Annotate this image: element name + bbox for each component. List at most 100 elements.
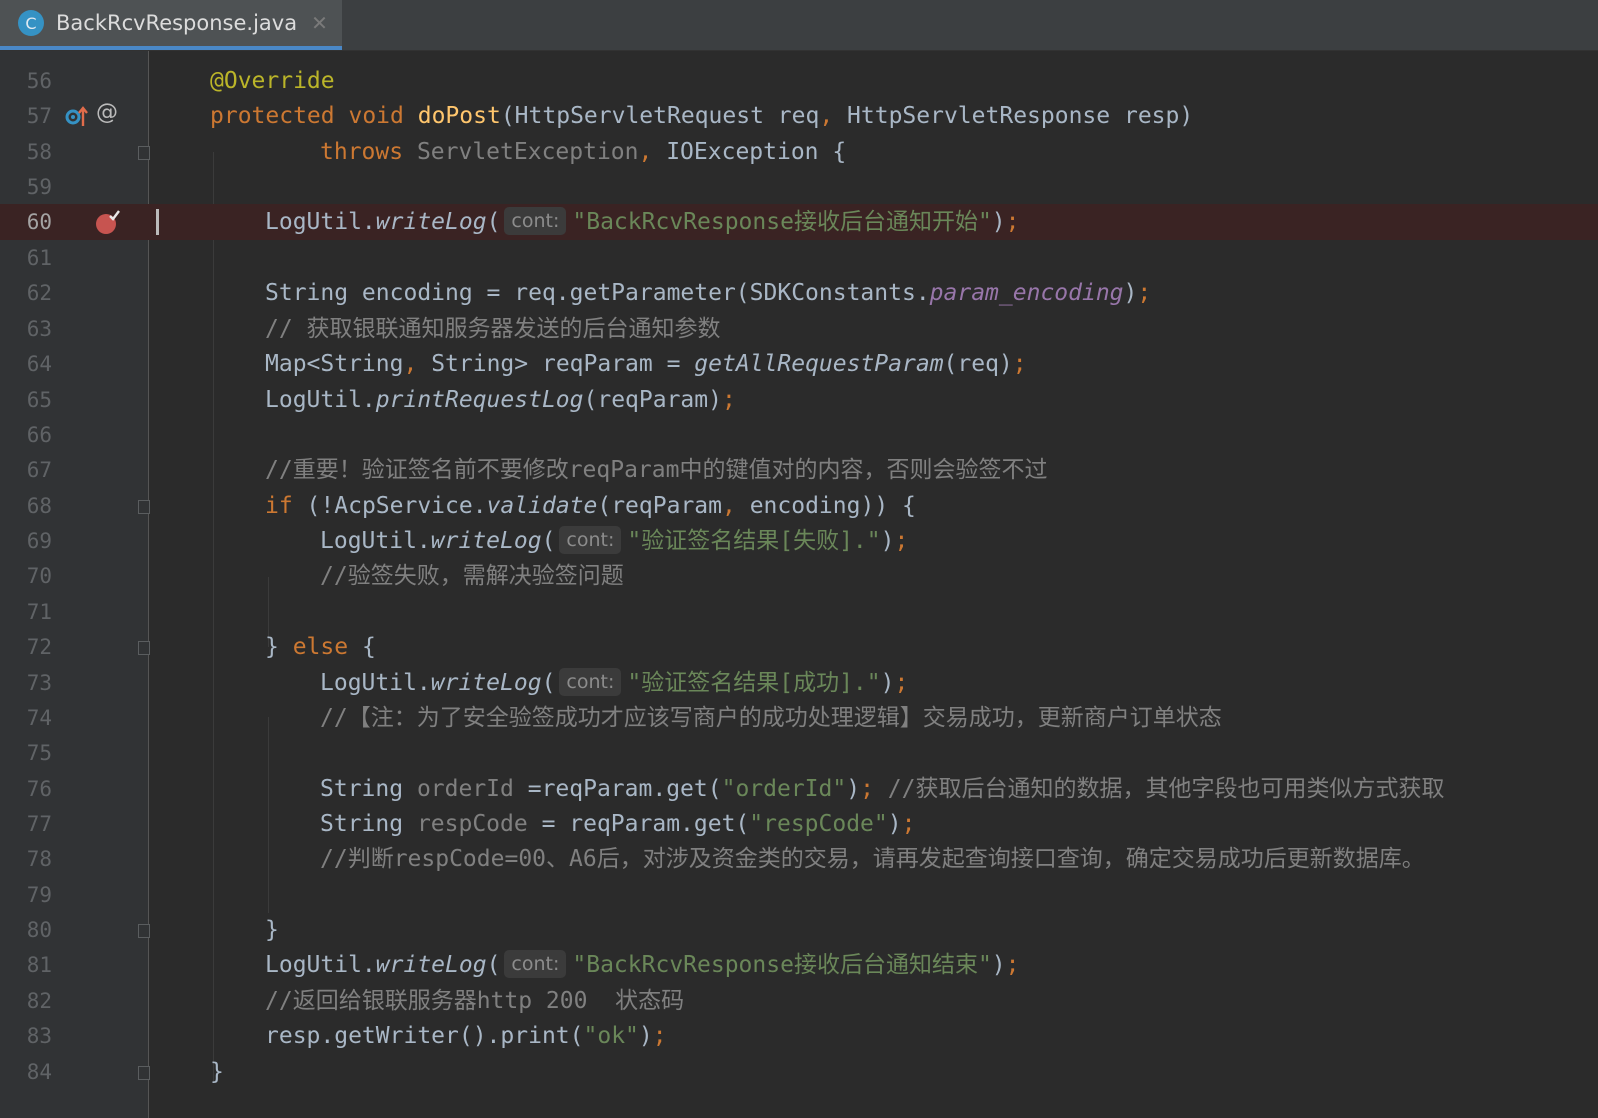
override-at-icon[interactable]: @ <box>96 100 118 125</box>
line-number: 63 <box>26 317 52 341</box>
code-line: 82 //返回给银联服务器http 200 状态码 <box>0 983 1598 1019</box>
code-text: LogUtil.writeLog(cont: "验证签名结果[成功]."); <box>320 668 909 696</box>
line-number: 65 <box>26 388 52 412</box>
code-comment: //返回给银联服务器http 200 状态码 <box>265 988 685 1014</box>
code-line: 65 LogUtil.printRequestLog(reqParam); <box>0 382 1598 418</box>
line-number: 84 <box>26 1060 52 1084</box>
code-text: @Override <box>210 68 335 94</box>
code-line: 73 LogUtil.writeLog(cont: "验证签名结果[成功]."); <box>0 665 1598 701</box>
code-comment: //验签失败，需解决验签问题 <box>320 563 624 589</box>
line-number: 73 <box>26 671 52 695</box>
code-text: String encoding = req.getParameter(SDKCo… <box>265 280 1152 306</box>
code-line: 56 @Override <box>0 63 1598 99</box>
code-line: 70 //验签失败，需解决验签问题 <box>0 558 1598 594</box>
close-icon[interactable]: ✕ <box>311 11 328 35</box>
line-number: 62 <box>26 281 52 305</box>
code-line: 58 throws ServletException, IOException … <box>0 134 1598 170</box>
code-line: 69 LogUtil.writeLog(cont: "验证签名结果[失败]."); <box>0 523 1598 559</box>
code-text: } <box>210 1059 224 1085</box>
line-number: 71 <box>26 600 52 624</box>
line-number: 78 <box>26 847 52 871</box>
line-number: 66 <box>26 423 52 447</box>
code-text: LogUtil.writeLog(cont: "BackRcvResponse接收… <box>265 207 1020 235</box>
code-comment: //重要！验证签名前不要修改reqParam中的键值对的内容，否则会验签不过 <box>265 457 1048 483</box>
line-number: 56 <box>26 69 52 93</box>
breakpoint-icon[interactable] <box>94 208 122 236</box>
line-number: 74 <box>26 706 52 730</box>
code-line: 64 Map<String, String> reqParam = getAll… <box>0 346 1598 382</box>
code-line: 84 } <box>0 1054 1598 1090</box>
fold-marker[interactable] <box>138 1066 150 1080</box>
fold-marker[interactable] <box>138 641 150 655</box>
text-caret <box>156 209 159 235</box>
line-number: 61 <box>26 246 52 270</box>
java-class-icon: C <box>18 10 44 36</box>
code-line: 76 String orderId =reqParam.get("orderId… <box>0 771 1598 807</box>
line-number: 80 <box>26 918 52 942</box>
code-text: } else { <box>265 634 376 660</box>
code-editor[interactable]: 56 @Override 57 @ protected void doPost(… <box>0 51 1598 1118</box>
overrides-method-icon[interactable] <box>64 104 90 128</box>
parameter-hint: cont: <box>559 668 622 696</box>
code-text: LogUtil.writeLog(cont: "BackRcvResponse接收… <box>265 950 1020 978</box>
code-text: LogUtil.printRequestLog(reqParam); <box>265 387 736 413</box>
fold-marker[interactable] <box>138 500 150 514</box>
code-line: 68 if (!AcpService.validate(reqParam, en… <box>0 488 1598 524</box>
code-line: 81 LogUtil.writeLog(cont: "BackRcvRespons… <box>0 947 1598 983</box>
tab-label: BackRcvResponse.java <box>56 11 298 35</box>
editor-tab-bar: C BackRcvResponse.java ✕ <box>0 0 1598 51</box>
code-line: 75 <box>0 735 1598 771</box>
fold-marker[interactable] <box>138 924 150 938</box>
line-number: 58 <box>26 140 52 164</box>
code-comment: //【注：为了安全验签成功才应该写商户的成功处理逻辑】交易成功，更新商户订单状态 <box>320 705 1222 731</box>
code-line: 80 } <box>0 912 1598 948</box>
code-text: } <box>265 917 279 943</box>
code-line: 61 <box>0 240 1598 276</box>
code-text: protected void doPost(HttpServletRequest… <box>210 103 1194 129</box>
code-text: String respCode = reqParam.get("respCode… <box>320 811 916 837</box>
code-line: 78 //判断respCode=00、A6后，对涉及资金类的交易，请再发起查询接… <box>0 841 1598 877</box>
line-number: 77 <box>26 812 52 836</box>
line-number: 76 <box>26 777 52 801</box>
line-number: 72 <box>26 635 52 659</box>
code-comment: // 获取银联通知服务器发送的后台通知参数 <box>265 316 721 342</box>
code-line: 62 String encoding = req.getParameter(SD… <box>0 275 1598 311</box>
parameter-hint: cont: <box>504 207 567 235</box>
line-number: 70 <box>26 564 52 588</box>
code-text: String orderId =reqParam.get("orderId");… <box>320 776 1445 802</box>
tab-backrcvresponse-java[interactable]: C BackRcvResponse.java ✕ <box>0 0 342 50</box>
code-text: if (!AcpService.validate(reqParam, encod… <box>265 493 916 519</box>
code-comment: //判断respCode=00、A6后，对涉及资金类的交易，请再发起查询接口查询… <box>320 846 1425 872</box>
line-number: 82 <box>26 989 52 1013</box>
line-number: 64 <box>26 352 52 376</box>
code-text: LogUtil.writeLog(cont: "验证签名结果[失败]."); <box>320 526 909 554</box>
code-line: 74 //【注：为了安全验签成功才应该写商户的成功处理逻辑】交易成功，更新商户订… <box>0 700 1598 736</box>
code-text: Map<String, String> reqParam = getAllReq… <box>265 351 1027 377</box>
line-number: 75 <box>26 741 52 765</box>
code-line: 83 resp.getWriter().print("ok"); <box>0 1018 1598 1054</box>
code-line: 71 <box>0 594 1598 630</box>
line-number: 67 <box>26 458 52 482</box>
code-text: throws ServletException, IOException { <box>320 139 847 165</box>
code-line: 59 <box>0 169 1598 205</box>
code-line: 57 @ protected void doPost(HttpServletRe… <box>0 98 1598 134</box>
code-line: 67 //重要！验证签名前不要修改reqParam中的键值对的内容，否则会验签不… <box>0 452 1598 488</box>
parameter-hint: cont: <box>559 526 622 554</box>
code-text: resp.getWriter().print("ok"); <box>265 1023 667 1049</box>
line-number: 79 <box>26 883 52 907</box>
code-line: 66 <box>0 417 1598 453</box>
code-line-breakpoint: 60 LogUtil.writeLog(cont: "BackRcvRespons… <box>0 204 1598 240</box>
fold-marker[interactable] <box>138 146 150 160</box>
line-number: 68 <box>26 494 52 518</box>
line-number: 83 <box>26 1024 52 1048</box>
line-number: 57 <box>26 104 52 128</box>
code-line: 79 <box>0 877 1598 913</box>
line-number: 69 <box>26 529 52 553</box>
line-number-current: 60 <box>26 210 52 234</box>
code-line: 63 // 获取银联通知服务器发送的后台通知参数 <box>0 311 1598 347</box>
code-line: 77 String respCode = reqParam.get("respC… <box>0 806 1598 842</box>
code-line: 72 } else { <box>0 629 1598 665</box>
line-number: 59 <box>26 175 52 199</box>
parameter-hint: cont: <box>504 950 567 978</box>
line-number: 81 <box>26 953 52 977</box>
